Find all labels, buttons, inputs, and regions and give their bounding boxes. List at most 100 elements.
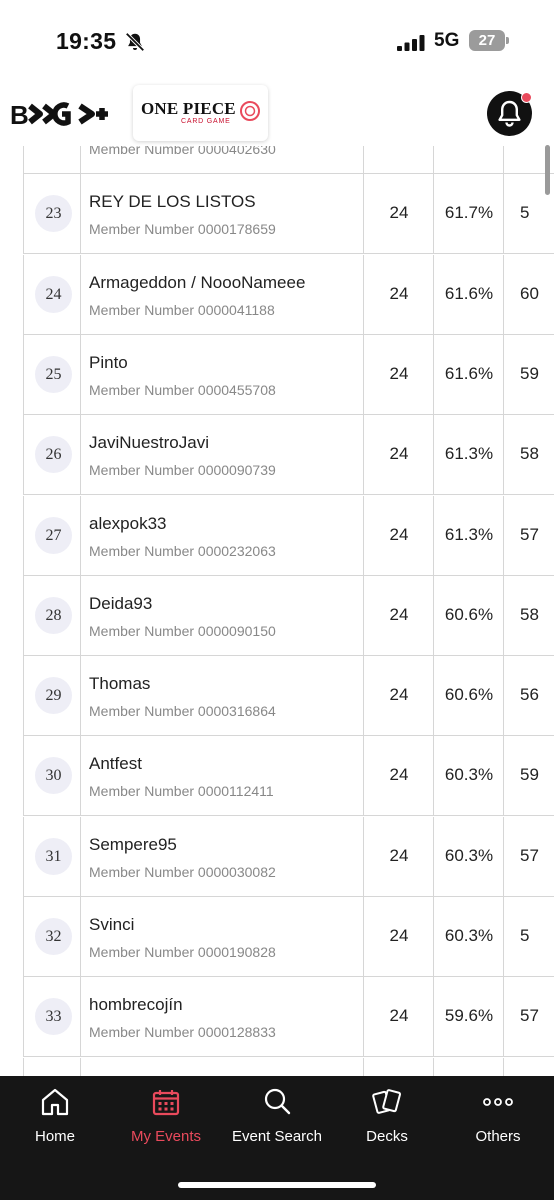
rank-badge: 30 xyxy=(35,757,72,795)
logo-subtitle: CARD GAME xyxy=(181,118,231,125)
rank-cell xyxy=(23,1057,81,1076)
table-row[interactable]: 29 Thomas Member Number 0000316864 24 60.6% 5… xyxy=(23,656,554,737)
win-rate-value: 61.3% xyxy=(444,524,494,544)
table-row[interactable]: 30 Antfest Member Number 0000112411 24 60.3%… xyxy=(23,736,554,817)
win-rate-value: 61.7% xyxy=(444,203,494,223)
extra-stat-value: 58 xyxy=(520,444,539,464)
extra-stat-value: 59 xyxy=(520,363,539,383)
logo-title: ONE PIECE xyxy=(141,99,236,118)
tab-event-search[interactable]: Event Search xyxy=(222,1076,332,1166)
tab-label: Others xyxy=(475,1128,521,1145)
extra-stat-value: 59 xyxy=(520,765,539,785)
player-cell: Svinci Member Number 0000190828 xyxy=(81,897,364,977)
logo-ring-icon xyxy=(240,101,260,121)
win-rate-value: 61.3% xyxy=(444,444,494,464)
player-name[interactable]: Armageddon / NoooNameee xyxy=(89,273,305,293)
home-indicator[interactable] xyxy=(178,1182,376,1188)
rank-cell: 29 xyxy=(23,656,81,737)
win-rate-value: 60.3% xyxy=(444,765,494,785)
extra-stat-cell: 57 xyxy=(504,817,554,897)
player-name[interactable]: REY DE LOS LISTOS xyxy=(89,192,256,212)
win-rate-cell: 61.6% xyxy=(434,254,504,335)
player-name[interactable]: Sempere95 xyxy=(89,835,177,855)
rank-cell: 25 xyxy=(23,334,81,415)
player-name[interactable]: Svinci xyxy=(89,915,134,935)
table-row[interactable]: 32 Svinci Member Number 0000190828 24 60.3% 5 xyxy=(23,897,554,977)
player-cell: Deida93 Member Number 0000090150 xyxy=(81,575,364,656)
member-number: Member Number 0000455708 xyxy=(89,381,276,398)
points-value: 24 xyxy=(389,524,409,544)
player-cell: REY DE LOS LISTOS Member Number 000017865… xyxy=(81,174,364,255)
tab-decks[interactable]: Decks xyxy=(332,1076,442,1166)
member-number: Member Number 0000030082 xyxy=(89,863,276,880)
rank-cell: 26 xyxy=(23,415,81,496)
win-rate-cell: 60.6% xyxy=(434,575,504,656)
table-row[interactable]: 24 Armageddon / NoooNameee Member Number 0… xyxy=(23,254,554,335)
table-row[interactable]: 25 Pinto Member Number 0000455708 24 61.6% 59 xyxy=(23,334,554,415)
win-rate-value: 59.6% xyxy=(444,1006,494,1026)
battery-icon: 27 xyxy=(469,30,509,51)
ranking-table[interactable]: Member Number 0000402630 23 REY DE LOS LIS… xyxy=(0,146,554,1076)
player-cell: Antfest Member Number 0000112411 xyxy=(81,736,364,817)
win-rate-cell xyxy=(434,146,504,174)
player-name[interactable]: JaviNuestroJavi xyxy=(89,433,209,453)
table-row[interactable]: Member Number 0000402630 xyxy=(23,146,554,174)
tab-home[interactable]: Home xyxy=(0,1076,110,1166)
table-row[interactable]: 31 Sempere95 Member Number 0000030082 24 60.… xyxy=(23,816,554,897)
player-name[interactable]: Antfest xyxy=(89,754,142,774)
points-value: 24 xyxy=(389,283,409,303)
rank-badge: 32 xyxy=(35,918,72,955)
extra-stat-cell: 58 xyxy=(504,415,554,495)
win-rate-cell: 60.3% xyxy=(434,897,504,977)
player-name[interactable]: hombrecojín xyxy=(89,995,183,1015)
player-name[interactable]: Deida93 xyxy=(89,594,152,614)
svg-text:B: B xyxy=(10,100,29,128)
extra-stat-value: 5 xyxy=(520,203,530,223)
extra-stat-value: 60 xyxy=(520,283,539,303)
scrollbar-thumb[interactable] xyxy=(545,145,550,195)
member-number: Member Number 0000041188 xyxy=(89,301,275,318)
table-row[interactable]: 26 JaviNuestroJavi Member Number 000009073… xyxy=(23,415,554,496)
extra-stat-cell: 59 xyxy=(504,335,554,415)
points-value: 24 xyxy=(389,203,409,223)
points-cell: 24 xyxy=(364,575,434,656)
win-rate-cell: 61.7% xyxy=(434,174,504,255)
extra-stat-cell: 60 xyxy=(504,255,554,335)
member-number: Member Number 0000316864 xyxy=(89,703,276,720)
one-piece-card-game-logo[interactable]: ONE PIECE CARD GAME xyxy=(133,85,268,141)
win-rate-cell: 59.6% xyxy=(434,977,504,1058)
points-cell xyxy=(364,146,434,174)
points-value: 24 xyxy=(389,1006,409,1026)
network-type: 5G xyxy=(434,30,460,51)
player-name[interactable]: alexpok33 xyxy=(89,514,167,534)
win-rate-value: 61.6% xyxy=(444,363,494,383)
extra-stat-cell: 59 xyxy=(504,736,554,816)
win-rate-value: 60.6% xyxy=(444,604,494,624)
player-name[interactable]: Thomas xyxy=(89,674,150,694)
points-cell: 24 xyxy=(364,656,434,737)
bcg-plus-logo[interactable]: B xyxy=(10,100,110,128)
player-cell: Sempere95 Member Number 0000030082 xyxy=(81,816,364,897)
extra-stat-cell: 57 xyxy=(504,977,554,1057)
points-value: 24 xyxy=(389,444,409,464)
tab-my-events[interactable]: My Events xyxy=(111,1076,221,1166)
member-number: Member Number 0000128833 xyxy=(89,1024,276,1041)
rank-cell: 33 xyxy=(23,977,81,1058)
player-name[interactable]: Pinto xyxy=(89,353,128,373)
member-number: Member Number 0000090150 xyxy=(89,622,276,639)
player-cell: Armageddon / NoooNameee Member Number 000… xyxy=(81,254,364,335)
member-number: Member Number 0000402630 xyxy=(89,146,276,157)
tab-others[interactable]: Others xyxy=(443,1076,553,1166)
member-number: Member Number 0000178659 xyxy=(89,221,276,238)
extra-stat-cell xyxy=(504,1058,554,1076)
member-number: Member Number 0000190828 xyxy=(89,944,276,960)
rank-badge: 27 xyxy=(35,516,72,554)
extra-stat-cell: 58 xyxy=(504,576,554,656)
table-row[interactable]: 27 alexpok33 Member Number 0000232063 24 61.… xyxy=(23,495,554,576)
rank-cell: 28 xyxy=(23,575,81,656)
table-row[interactable]: 33 hombrecojín Member Number 0000128833 24 5… xyxy=(23,977,554,1058)
table-row[interactable]: 23 REY DE LOS LISTOS Member Number 0000178… xyxy=(23,174,554,255)
rank-badge: 33 xyxy=(35,998,72,1036)
table-row[interactable] xyxy=(23,1057,554,1076)
table-row[interactable]: 28 Deida93 Member Number 0000090150 24 60.6%… xyxy=(23,575,554,656)
